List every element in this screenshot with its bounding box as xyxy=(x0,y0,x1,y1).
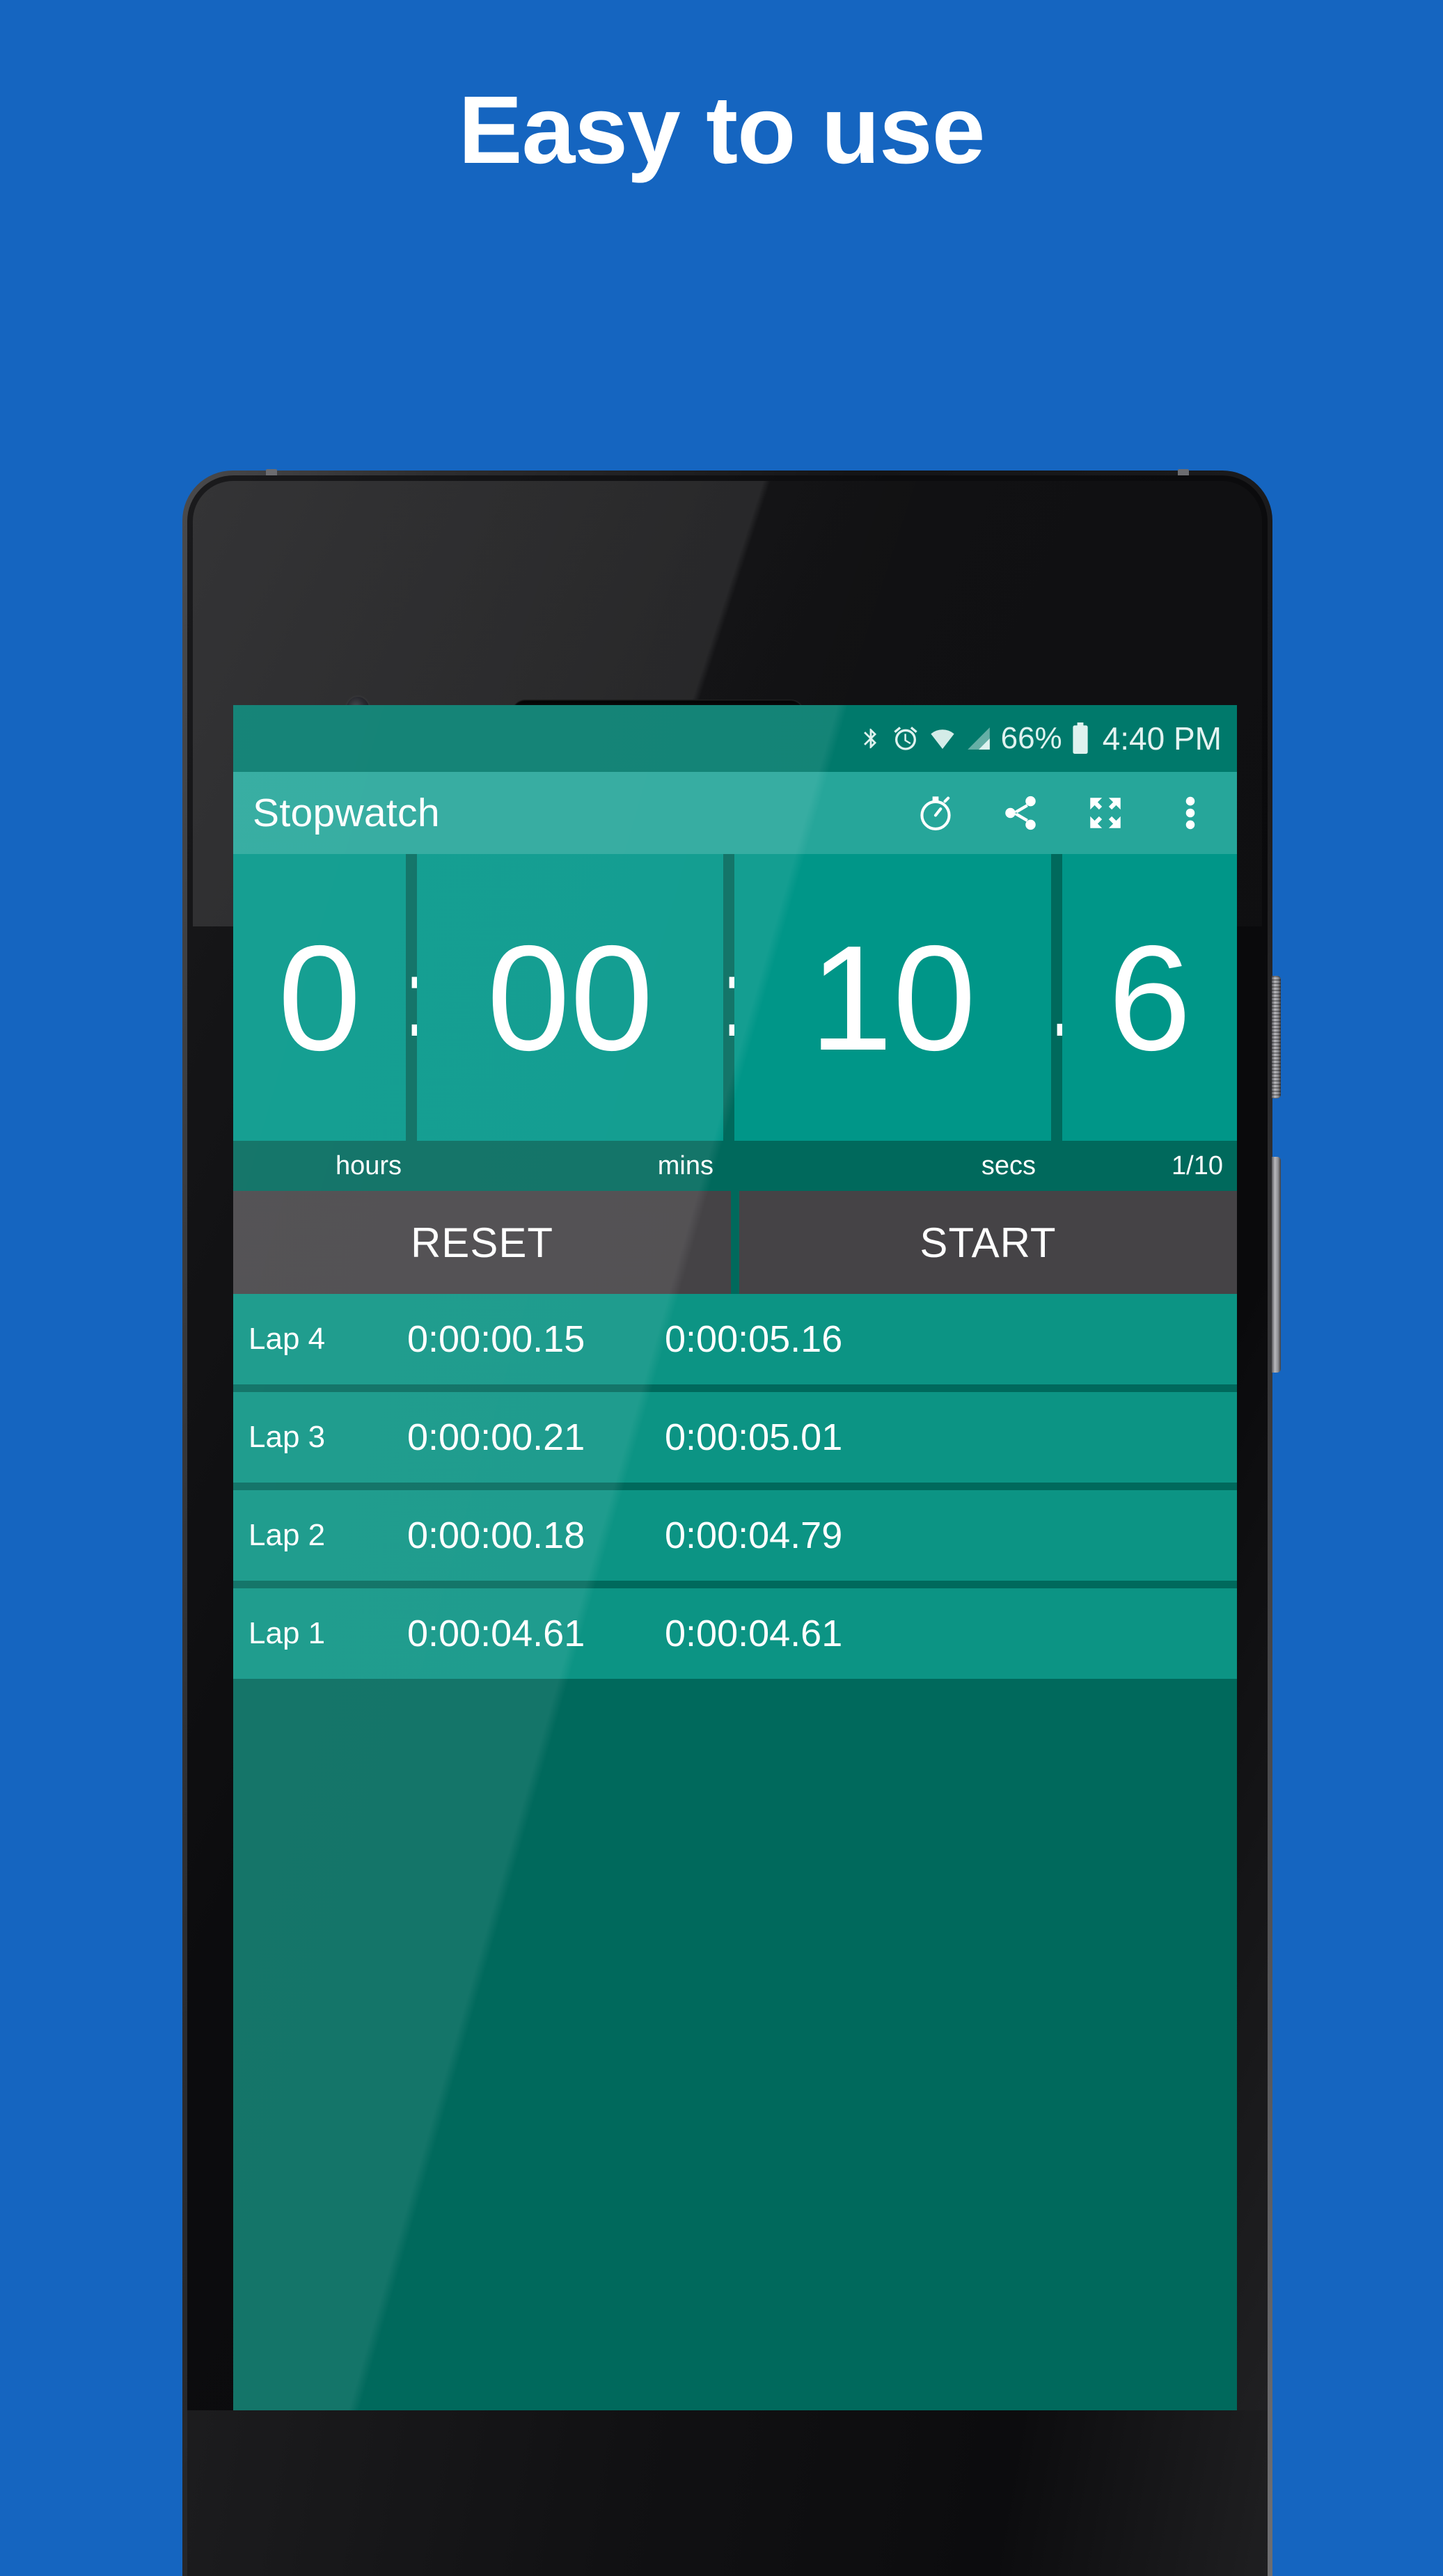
lap-split-time: 0:00:00.18 xyxy=(407,1515,585,1556)
phone-bottom-bezel xyxy=(187,2410,1268,2576)
wifi-icon xyxy=(929,723,956,754)
lap-split-time: 0:00:00.21 xyxy=(407,1416,585,1458)
lap-total-time: 0:00:05.16 xyxy=(665,1318,843,1360)
share-icon[interactable] xyxy=(999,791,1042,835)
timer-minutes[interactable]: 00 xyxy=(417,854,723,1141)
phone-screen: 66% 4:40 PM Stopwatch 0 00 10 6 hours mi… xyxy=(233,705,1237,2410)
battery-icon xyxy=(1071,722,1089,754)
promo-headline: Easy to use xyxy=(458,77,985,184)
lap-split-time: 0:00:04.61 xyxy=(407,1613,585,1654)
unit-label-tenths: 1/10 xyxy=(1172,1151,1223,1180)
timer-display[interactable]: 0 : 00 : 10 . 6 xyxy=(233,854,1237,1141)
control-buttons: RESET START xyxy=(233,1191,1237,1294)
app-bar: Stopwatch xyxy=(233,772,1237,854)
bluetooth-icon xyxy=(859,722,883,754)
timer-hours[interactable]: 0 xyxy=(233,854,406,1141)
unit-label-mins: mins xyxy=(657,1151,713,1180)
reset-button[interactable]: RESET xyxy=(233,1191,731,1294)
phone-device-frame: 66% 4:40 PM Stopwatch 0 00 10 6 hours mi… xyxy=(182,469,1281,2576)
table-row[interactable]: Lap 1 0:00:04.61 0:00:04.61 xyxy=(233,1588,1237,1679)
phone-bezel: 66% 4:40 PM Stopwatch 0 00 10 6 hours mi… xyxy=(187,475,1268,2576)
fullscreen-icon[interactable] xyxy=(1084,791,1127,835)
lap-total-time: 0:00:04.79 xyxy=(665,1515,843,1556)
timer-seconds[interactable]: 10 xyxy=(734,854,1051,1141)
table-row[interactable]: Lap 3 0:00:00.21 0:00:05.01 xyxy=(233,1392,1237,1483)
lap-total-time: 0:00:04.61 xyxy=(665,1613,843,1654)
power-button[interactable] xyxy=(1272,976,1281,1098)
status-bar-clock: 4:40 PM xyxy=(1102,720,1222,757)
lap-name: Lap 3 xyxy=(249,1420,326,1454)
lap-name: Lap 1 xyxy=(249,1616,326,1650)
start-button[interactable]: START xyxy=(739,1191,1237,1294)
volume-rocker-button[interactable] xyxy=(1272,1157,1281,1373)
lap-name: Lap 2 xyxy=(249,1518,326,1552)
table-row[interactable]: Lap 2 0:00:00.18 0:00:04.79 xyxy=(233,1490,1237,1581)
alarm-icon xyxy=(892,723,920,754)
lap-name: Lap 4 xyxy=(249,1322,326,1356)
app-title: Stopwatch xyxy=(253,791,440,835)
table-row[interactable]: Lap 4 0:00:00.15 0:00:05.16 xyxy=(233,1294,1237,1384)
lap-list[interactable]: Lap 4 0:00:00.15 0:00:05.16 Lap 3 0:00:0… xyxy=(233,1294,1237,1679)
status-bar: 66% 4:40 PM xyxy=(233,705,1237,772)
overflow-menu-icon[interactable] xyxy=(1169,791,1212,835)
battery-percent-label: 66% xyxy=(1000,721,1062,755)
app-bar-actions xyxy=(914,791,1212,835)
lap-icon[interactable] xyxy=(914,791,957,835)
timer-unit-labels: hours mins secs 1/10 xyxy=(233,1141,1237,1191)
lap-split-time: 0:00:00.15 xyxy=(407,1318,585,1360)
lap-total-time: 0:00:05.01 xyxy=(665,1416,843,1458)
timer-tenths[interactable]: 6 xyxy=(1062,854,1237,1141)
unit-label-hours: hours xyxy=(335,1151,402,1180)
unit-label-secs: secs xyxy=(981,1151,1036,1180)
signal-icon xyxy=(965,723,992,754)
